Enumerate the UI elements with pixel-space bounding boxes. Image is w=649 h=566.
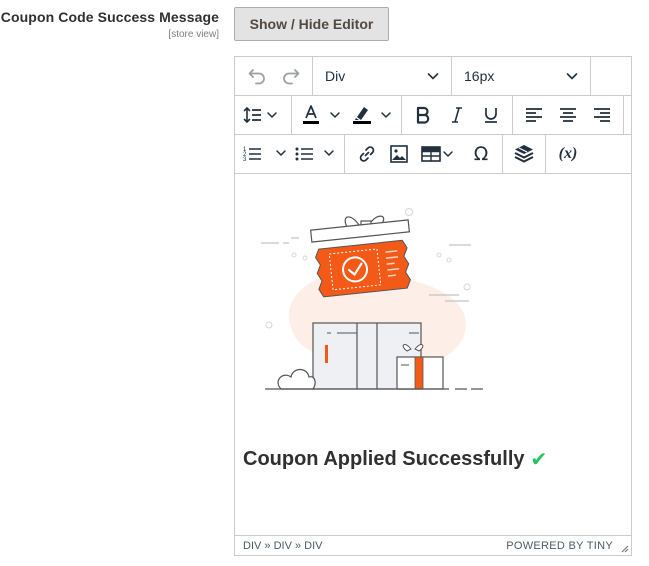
align-center-button[interactable] xyxy=(554,100,582,130)
element-path[interactable]: DIV » DIV » DIV xyxy=(243,540,322,552)
toolbar-separator xyxy=(623,96,624,134)
toolbar-separator xyxy=(344,135,345,173)
text-color-icon xyxy=(303,105,340,124)
toolbar-separator xyxy=(512,96,513,134)
toolbar-row-1: Div 16px xyxy=(235,57,631,96)
store-view-scope: [store view] xyxy=(168,29,219,40)
highlight-color-icon xyxy=(353,107,391,124)
link-button[interactable] xyxy=(353,139,381,169)
text-color-button[interactable] xyxy=(299,100,343,130)
insert-widget-button[interactable] xyxy=(510,139,538,169)
link-icon xyxy=(359,146,375,162)
field-title: Coupon Code Success Message xyxy=(0,9,219,25)
redo-icon xyxy=(283,69,300,85)
toolbar-separator xyxy=(502,135,503,173)
editor-content[interactable]: Coupon Applied Successfully ✔ xyxy=(235,174,631,537)
block-format-select[interactable]: Div xyxy=(313,57,451,95)
toolbar-separator xyxy=(401,96,402,134)
field-label: Coupon Code Success Message [store view] xyxy=(1,9,219,40)
block-format-value: Div xyxy=(325,68,346,84)
image-icon xyxy=(390,145,408,163)
widget-icon xyxy=(514,145,534,163)
undo-icon xyxy=(248,69,265,85)
line-height-icon xyxy=(243,106,277,124)
font-size-select[interactable]: 16px xyxy=(452,57,590,95)
align-right-button[interactable] xyxy=(588,100,616,130)
underline-icon xyxy=(485,108,497,123)
table-icon xyxy=(421,146,453,162)
table-button[interactable] xyxy=(419,139,465,169)
align-right-icon xyxy=(594,108,610,122)
highlight-color-button[interactable] xyxy=(349,100,395,130)
numbered-list-icon: 123 xyxy=(243,147,286,163)
align-left-icon xyxy=(526,108,542,122)
line-height-button[interactable] xyxy=(241,100,285,130)
insert-variable-button[interactable]: (x) xyxy=(551,139,585,169)
redo-button[interactable] xyxy=(277,61,305,91)
italic-button[interactable] xyxy=(443,100,471,130)
toolbar-separator xyxy=(545,135,546,173)
svg-text:3: 3 xyxy=(243,157,247,163)
variable-icon: (x) xyxy=(558,145,578,162)
align-center-icon xyxy=(560,108,576,122)
bullet-list-button[interactable] xyxy=(295,139,341,169)
editor-statusbar: DIV » DIV » DIV POWERED BY TINY xyxy=(235,535,631,555)
bold-icon xyxy=(416,106,430,124)
special-character-icon: Ω xyxy=(473,143,489,165)
toolbar-separator xyxy=(291,96,292,134)
check-mark-icon: ✔ xyxy=(530,447,548,471)
undo-button[interactable] xyxy=(243,61,271,91)
show-hide-editor-button[interactable]: Show / Hide Editor xyxy=(234,7,389,41)
coupon-gift-illustration xyxy=(261,208,483,390)
toolbar-row-3: 123 Ω (x) xyxy=(235,135,631,174)
success-message: Coupon Applied Successfully ✔ xyxy=(243,447,547,471)
numbered-list-button[interactable]: 123 xyxy=(243,139,289,169)
toolbar-row-2 xyxy=(235,96,631,135)
wysiwyg-editor: Div 16px 1 2 3 Ω (x) Coupon Applied Succ… xyxy=(234,56,632,556)
image-button[interactable] xyxy=(385,139,413,169)
special-character-button[interactable]: Ω xyxy=(467,139,495,169)
chevron-down-icon xyxy=(427,73,439,80)
success-message-text: Coupon Applied Successfully xyxy=(243,447,525,470)
underline-button[interactable] xyxy=(477,100,505,130)
bullet-list-icon xyxy=(295,147,334,161)
resize-handle-icon[interactable] xyxy=(619,543,629,553)
powered-by-link[interactable]: POWERED BY TINY xyxy=(506,540,613,552)
chevron-down-icon xyxy=(566,73,578,80)
bold-button[interactable] xyxy=(409,100,437,130)
align-left-button[interactable] xyxy=(520,100,548,130)
font-size-value: 16px xyxy=(464,68,495,84)
italic-icon xyxy=(452,107,462,123)
toolbar-separator xyxy=(590,57,591,95)
